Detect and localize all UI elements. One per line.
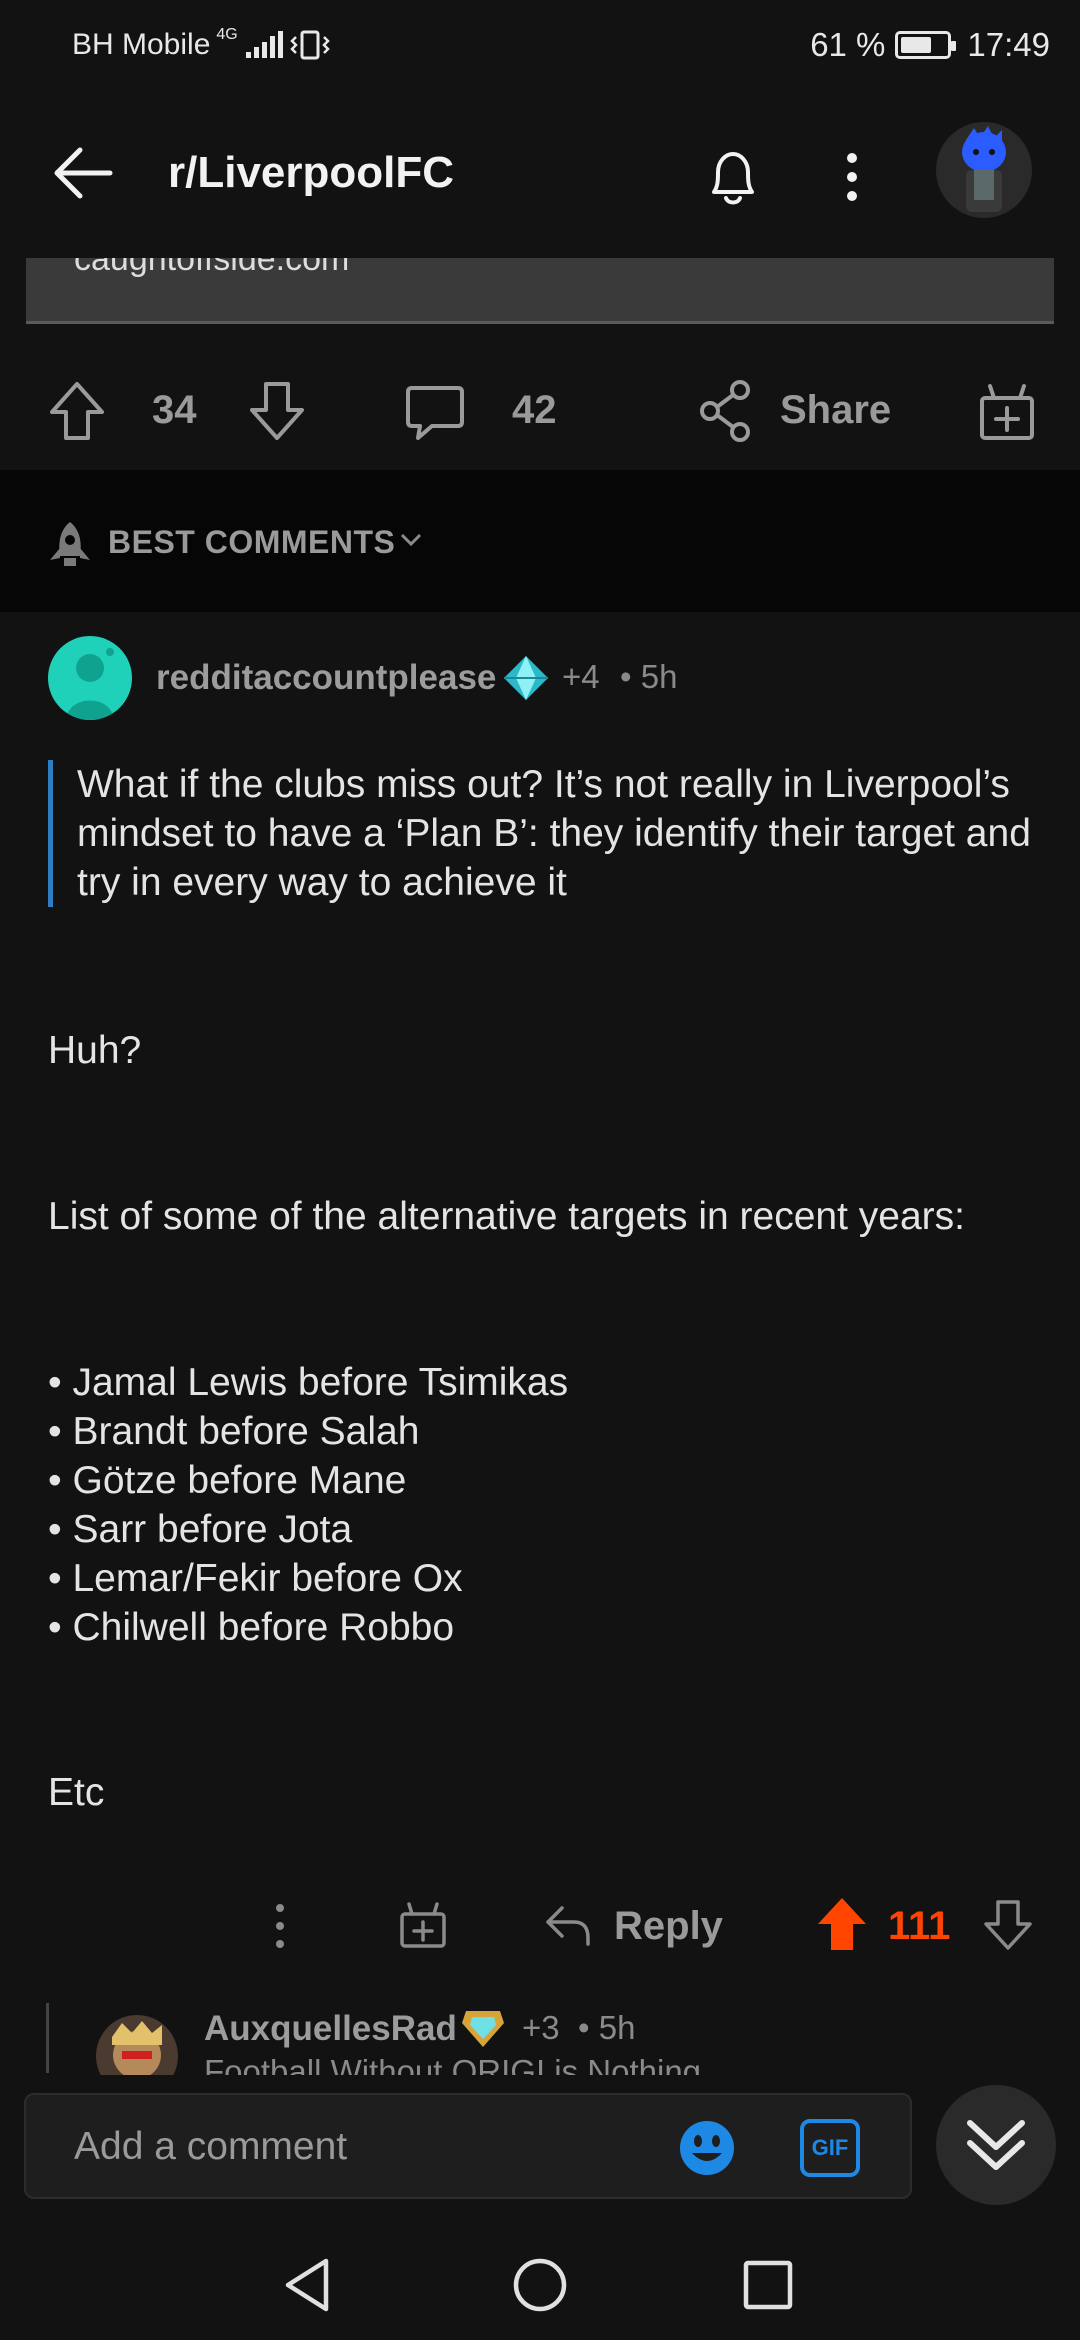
- sort-label: BEST COMMENTS: [108, 524, 396, 560]
- reply-button[interactable]: Reply: [542, 1896, 742, 1956]
- user-avatar[interactable]: [936, 122, 1032, 218]
- reply-age: • 5h: [578, 2009, 636, 2046]
- reply-arrow-icon: [546, 1906, 590, 1946]
- comment: redditaccountplease +4 • 5h What if the …: [0, 612, 1080, 2002]
- comment-sort-bar[interactable]: BEST COMMENTS: [0, 470, 1080, 612]
- comments-button[interactable]: [404, 382, 466, 444]
- kebab-menu-icon: [847, 153, 857, 201]
- comment-downvote-button[interactable]: [984, 1898, 1032, 1952]
- back-button[interactable]: [48, 138, 118, 208]
- reply-author[interactable]: AuxquellesRad: [204, 2009, 457, 2049]
- post-downvote-button[interactable]: [246, 380, 308, 442]
- chevron-down-icon: [400, 533, 422, 547]
- downvote-arrow-icon: [984, 1900, 1032, 1950]
- post-upvote-button[interactable]: [46, 380, 108, 442]
- share-icon: [700, 380, 750, 442]
- system-nav-bar: [0, 2205, 1080, 2340]
- signal-icon: [245, 31, 283, 58]
- comment-author[interactable]: redditaccountplease: [156, 658, 496, 698]
- comment-award-button[interactable]: [398, 1900, 448, 1950]
- comment-author-avatar[interactable]: [48, 636, 132, 720]
- upvote-arrow-icon: [818, 1898, 866, 1950]
- status-bar: BH Mobile 4G 61 % 17:49: [0, 0, 1080, 90]
- reply-author-avatar[interactable]: [96, 2015, 178, 2075]
- battery-percent: 61 %: [810, 26, 886, 63]
- carrier-name: BH Mobile: [72, 28, 211, 61]
- comment-bubble-icon: [406, 386, 464, 440]
- more-options-button[interactable]: [832, 144, 872, 210]
- comment-paragraph: Etc: [48, 1771, 105, 1814]
- back-arrow-icon: [54, 147, 113, 199]
- thread-line[interactable]: [46, 2003, 49, 2073]
- add-comment-input[interactable]: Add a comment GIF: [24, 2093, 912, 2199]
- list-item: • Brandt before Salah: [48, 1410, 420, 1453]
- nav-back-icon[interactable]: [278, 2255, 338, 2315]
- comment-count: 42: [512, 388, 557, 432]
- notifications-button[interactable]: [700, 144, 766, 210]
- upvote-arrow-icon: [50, 382, 104, 440]
- nav-home-icon[interactable]: [510, 2255, 570, 2315]
- list-item: • Götze before Mane: [48, 1459, 407, 1502]
- reply-label: Reply: [614, 1904, 723, 1948]
- preview-url: caughtoffside.com: [74, 258, 350, 278]
- gift-icon: [980, 384, 1034, 440]
- comment-paragraph: Huh?: [48, 1029, 142, 1072]
- snoo-avatar-icon: [112, 2021, 162, 2075]
- bell-icon: [712, 152, 754, 205]
- avatar-icon: [962, 126, 1006, 212]
- list-item: • Chilwell before Robbo: [48, 1606, 455, 1649]
- share-label: Share: [780, 388, 892, 432]
- comment-award-count: +4: [562, 658, 600, 695]
- downvote-arrow-icon: [250, 382, 304, 440]
- double-chevron-down-icon: [967, 2120, 1025, 2170]
- subreddit-title[interactable]: r/LiverpoolFC: [168, 148, 454, 198]
- comment-placeholder: Add a comment: [74, 2125, 348, 2168]
- rocket-icon: [50, 522, 90, 566]
- comment-quote: What if the clubs miss out? It’s not rea…: [48, 760, 1038, 907]
- comment-actions: Reply 111: [0, 1870, 1080, 1990]
- battery-icon: [895, 31, 957, 59]
- list-item: • Lemar/Fekir before Ox: [48, 1557, 463, 1600]
- user-flair: Football Without ORIGI is Nothing: [204, 2053, 702, 2075]
- reply-award-count: +3: [522, 2009, 560, 2046]
- comment-more-button[interactable]: [262, 1896, 298, 1956]
- vibrate-icon: [289, 30, 330, 60]
- award-button[interactable]: [976, 380, 1038, 442]
- clock: 17:49: [967, 26, 1050, 63]
- post-score: 34: [152, 388, 197, 432]
- network-type: 4G: [216, 26, 238, 43]
- award-icon: [462, 2011, 504, 2047]
- comment-paragraph: List of some of the alternative targets …: [48, 1195, 965, 1238]
- gift-icon: [400, 1902, 446, 1948]
- reply-comment: AuxquellesRad +3 • 5h Football Without O…: [0, 1985, 1080, 2075]
- snoo-avatar-icon: [66, 648, 114, 720]
- gif-button[interactable]: GIF: [800, 2119, 860, 2177]
- list-item: • Sarr before Jota: [48, 1508, 353, 1551]
- comment-age: • 5h: [620, 658, 678, 695]
- link-preview[interactable]: caughtoffside.com: [26, 258, 1054, 324]
- share-button[interactable]: Share: [696, 378, 906, 444]
- gif-label: GIF: [811, 2135, 849, 2160]
- comment-score: 111: [888, 1904, 951, 1948]
- award-icon: [504, 656, 548, 700]
- comment-upvote-button[interactable]: [816, 1896, 868, 1952]
- subreddit-header: r/LiverpoolFC: [0, 90, 1080, 258]
- kebab-menu-icon: [276, 1904, 284, 1948]
- post-action-bar: 34 42 Share: [0, 350, 1080, 470]
- emoji-icon[interactable]: [678, 2119, 736, 2177]
- list-item: • Jamal Lewis before Tsimikas: [48, 1361, 569, 1404]
- collapse-button[interactable]: [936, 2085, 1056, 2205]
- nav-recents-icon[interactable]: [738, 2255, 798, 2315]
